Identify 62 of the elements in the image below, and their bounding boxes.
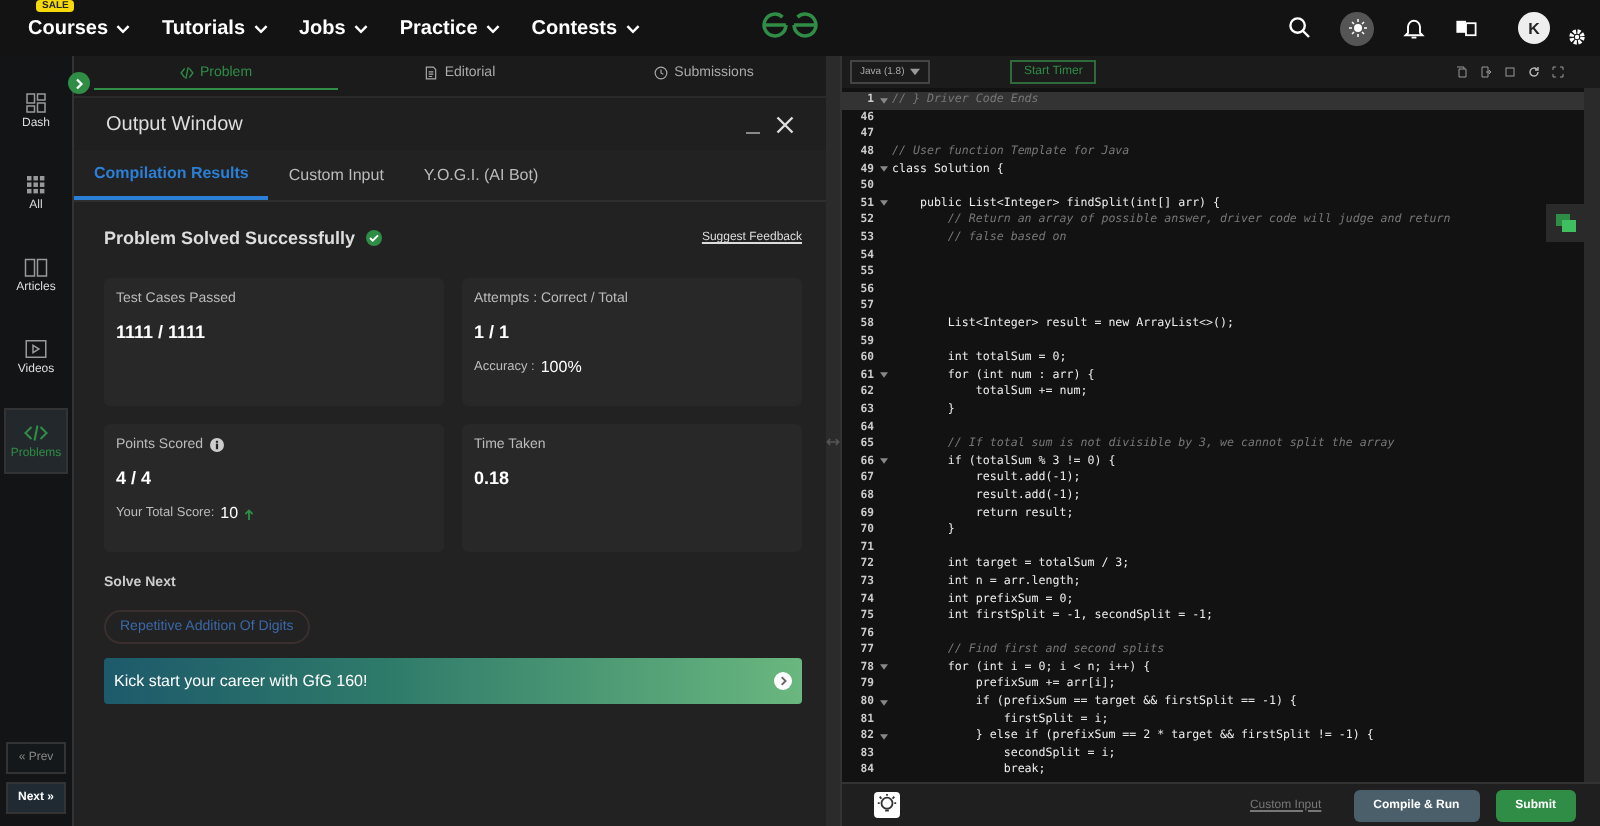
card-value: 1111 / 1111 [116,322,208,342]
settings-icon[interactable] [1566,25,1588,47]
copy-icon[interactable] [1456,66,1468,78]
fold-caret-icon[interactable] [879,733,887,740]
fullscreen-icon[interactable] [1552,66,1564,78]
chevron-down-icon [116,23,131,33]
video-icon [24,338,48,360]
logo-icon[interactable] [760,10,820,40]
fold-caret-icon[interactable] [879,458,887,465]
chevron-down-icon [485,23,500,33]
dash-icon [24,92,48,114]
nav-menu-link[interactable]: Courses [28,17,131,39]
clock-icon [654,66,669,80]
fold-caret-icon[interactable] [879,97,887,104]
chevron-right-icon[interactable] [774,672,792,690]
nav-menu-link[interactable]: Contests [531,17,640,39]
card-value: 4 / 4 [116,468,154,488]
sun-icon [1347,18,1367,38]
fold-caret-icon[interactable] [879,372,887,379]
nav-menu-link[interactable]: Practice [399,17,500,39]
expand-icon[interactable] [68,72,90,94]
export-icon[interactable] [1480,66,1492,78]
theme-toggle-button[interactable] [1340,11,1374,45]
nav-menu-link[interactable]: Tutorials [162,17,267,39]
refresh-icon[interactable] [1528,66,1540,78]
code-editor[interactable] [842,88,1600,782]
code-icon [24,422,48,444]
close-icon[interactable] [776,115,794,133]
status-heading: Problem Solved Successfully [104,228,356,248]
fold-caret-icon[interactable] [879,699,887,706]
bell-icon[interactable] [1402,16,1426,40]
banner-text: Kick start your career with GfG 160! [114,672,368,690]
promo-banner[interactable]: Kick start your career with GfG 160! [104,658,802,704]
book-icon [24,256,48,278]
caret-icon [910,68,920,76]
chevron-down-icon [625,23,640,33]
square-icon[interactable] [1504,66,1516,78]
chat-icon[interactable] [1546,204,1584,242]
nav-menu-link[interactable]: Jobs [299,17,368,39]
search-icon[interactable] [1288,16,1312,40]
grid-icon [24,174,48,196]
code-icon [179,65,194,79]
fold-caret-icon[interactable] [879,166,887,173]
output-tab[interactable]: Y.O.G.I. (AI Bot) [403,150,559,200]
chevron-down-icon [253,23,267,33]
check-icon [365,230,382,246]
lightbulb-icon[interactable] [874,792,900,818]
card-value: 1 / 1 [474,322,512,342]
split-handle[interactable] [826,56,840,826]
minimize-icon[interactable] [746,131,760,133]
fold-caret-icon[interactable] [879,200,887,207]
document-icon [424,66,439,80]
note-value: 100% [540,358,582,376]
info-icon[interactable] [209,438,224,452]
card-value: 0.18 [474,468,512,488]
note-value: 10 [220,504,239,522]
window-title: Output Window [106,113,243,135]
output-tab[interactable]: Custom Input [268,150,404,200]
fold-caret-icon[interactable] [879,664,887,671]
chevron-down-icon [353,23,368,33]
output-tab[interactable]: Compilation Results [74,150,269,200]
user-avatar[interactable]: K [1518,12,1550,44]
